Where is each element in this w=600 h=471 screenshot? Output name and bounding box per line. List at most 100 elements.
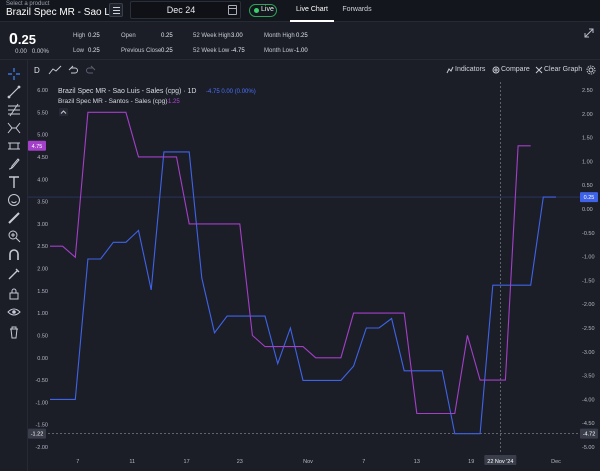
expand-icon[interactable] bbox=[584, 28, 594, 38]
stat-52wk-high-value: 3.00 bbox=[231, 33, 243, 39]
y-right-tick-label: 2.00 bbox=[582, 112, 593, 118]
date-picker-value: Dec 24 bbox=[166, 5, 196, 15]
y-left-tick-label: 1.50 bbox=[37, 289, 48, 295]
stat-month-high-value: 0.25 bbox=[296, 33, 308, 39]
date-picker[interactable]: Dec 24 bbox=[130, 1, 241, 19]
product-selector[interactable]: Select a product Brazil Spec MR - Sao Lu… bbox=[2, 1, 122, 21]
left-crosshair-tag: -1.22 bbox=[31, 432, 44, 438]
product-selector-value[interactable]: Brazil Spec MR - Sao Luis - Sale... bbox=[6, 7, 110, 18]
magnet-icon[interactable] bbox=[7, 248, 21, 262]
indicators-button[interactable]: Indicators bbox=[455, 66, 485, 73]
y-left-tick-label: 2.00 bbox=[37, 267, 48, 273]
price-change-pct: 0.00% bbox=[31, 49, 49, 55]
emoji-icon[interactable] bbox=[7, 193, 21, 207]
y-left-tick-label: 6.00 bbox=[37, 88, 48, 94]
x-tick-label: 23 bbox=[237, 459, 243, 465]
last-price-int: 0 bbox=[9, 31, 18, 48]
y-right-tick-label: -2.00 bbox=[582, 302, 595, 308]
tab-live-chart[interactable]: Live Chart bbox=[290, 0, 334, 22]
x-tick-label: 13 bbox=[414, 459, 420, 465]
clear-graph-button[interactable]: Clear Graph bbox=[544, 66, 582, 73]
legend-series-2-name: Brazil Spec MR - Santos - Sales (cpg) bbox=[58, 98, 167, 105]
trash-icon[interactable] bbox=[7, 325, 21, 339]
ruler-icon[interactable] bbox=[7, 211, 21, 225]
y-left-tick-label: 4.50 bbox=[37, 155, 48, 161]
redo-icon[interactable] bbox=[86, 65, 96, 75]
y-right-tick-label: -4.00 bbox=[582, 397, 595, 403]
y-left-tick-label: 3.00 bbox=[37, 222, 48, 228]
lock-drawing-icon[interactable] bbox=[7, 267, 21, 281]
last-price: 0.25 bbox=[9, 31, 36, 49]
y-right-tick-label: 2.50 bbox=[582, 88, 593, 94]
interval-selector[interactable]: D bbox=[34, 66, 40, 75]
legend-series-1-name: Brazil Spec MR - Sao Luis - Sales (cpg) … bbox=[58, 88, 197, 95]
x-tick-label: Dec bbox=[551, 459, 561, 465]
left-value-tag: 4.75 bbox=[32, 144, 43, 150]
pattern-icon[interactable] bbox=[7, 121, 21, 135]
text-icon[interactable] bbox=[7, 175, 21, 189]
lock-icon[interactable] bbox=[7, 287, 21, 301]
y-left-tick-label: 0.50 bbox=[37, 333, 48, 339]
y-right-tick-label: 0.50 bbox=[582, 183, 593, 189]
fib-icon[interactable] bbox=[7, 103, 21, 117]
y-left-tick-label: 1.00 bbox=[37, 311, 48, 317]
compare-button[interactable]: Compare bbox=[501, 66, 530, 73]
tab-forwards[interactable]: Forwards bbox=[338, 0, 376, 22]
settings-gear-icon[interactable] bbox=[586, 65, 596, 75]
stats-bar: 0.25 0.00 0.00% High 0.25 Low 0.25 Open … bbox=[0, 22, 600, 60]
y-right-tick-label: 1.00 bbox=[582, 159, 593, 165]
compare-icon bbox=[492, 66, 500, 74]
x-tick-label: 17 bbox=[184, 459, 190, 465]
y-right-tick-label: -3.50 bbox=[582, 374, 595, 380]
y-right-tick-label: -3.00 bbox=[582, 350, 595, 356]
undo-icon[interactable] bbox=[68, 65, 78, 75]
stat-52wk-low-value: -4.75 bbox=[231, 48, 245, 54]
stat-open-label: Open bbox=[121, 33, 136, 39]
x-tick-label: 22 Nov '24 bbox=[487, 459, 513, 465]
y-right-tick-label: -2.50 bbox=[582, 326, 595, 332]
y-left-tick-label: -2.00 bbox=[35, 445, 48, 451]
stat-52wk-low-label: 52 Week Low bbox=[193, 48, 230, 54]
price-chart-svg[interactable]: 6.00 5.50 5.00 4.50 4.00 3.50 3.00 2.50 2.00 1.50… bbox=[28, 82, 600, 471]
legend-series-1-values: -4.75 0.00 (0.00%) bbox=[206, 89, 256, 95]
trendline-icon[interactable] bbox=[7, 85, 21, 99]
x-tick-label: 7 bbox=[76, 459, 79, 465]
calendar-icon[interactable] bbox=[228, 5, 237, 15]
y-right-tick-label: -5.00 bbox=[582, 445, 595, 451]
stat-high-label: High bbox=[73, 33, 86, 39]
last-price-dec: .25 bbox=[17, 32, 36, 47]
brush-icon[interactable] bbox=[7, 157, 21, 171]
indicators-icon bbox=[446, 66, 454, 74]
x-tick-label: 7 bbox=[362, 459, 365, 465]
chart-toolbar: D Indicators Compare Clear Graph bbox=[28, 60, 600, 82]
stat-prevclose-label: Previous Close bbox=[121, 48, 162, 54]
stat-high-value: 0.25 bbox=[88, 33, 100, 39]
zoom-in-icon[interactable] bbox=[7, 229, 21, 243]
live-badge-label: Live bbox=[261, 6, 274, 13]
stat-open-value: 0.25 bbox=[161, 33, 173, 39]
eye-icon[interactable] bbox=[7, 305, 21, 319]
y-left-tick-label: 4.00 bbox=[37, 177, 48, 183]
stat-low-value: 0.25 bbox=[88, 48, 100, 54]
stat-low-label: Low bbox=[73, 48, 85, 54]
measure-icon[interactable] bbox=[7, 139, 21, 153]
menu-icon[interactable] bbox=[109, 3, 123, 17]
live-badge[interactable]: Live bbox=[249, 4, 277, 17]
legend-series-2-values: -1.25 bbox=[166, 99, 180, 105]
crosshair-icon[interactable] bbox=[7, 67, 21, 81]
stat-52wk-high-label: 52 Week High bbox=[193, 33, 231, 39]
y-left-tick-label: -1.00 bbox=[35, 400, 48, 406]
y-right-tick-label: -4.50 bbox=[582, 421, 595, 427]
live-dot-icon bbox=[254, 8, 259, 13]
stat-month-low-label: Month Low bbox=[264, 48, 294, 54]
x-tick-label: Nov bbox=[303, 459, 313, 465]
price-chart[interactable]: 6.00 5.50 5.00 4.50 4.00 3.50 3.00 2.50 2.00 1.50… bbox=[28, 82, 600, 471]
x-tick-label: 11 bbox=[129, 459, 135, 465]
top-bar: Select a product Brazil Spec MR - Sao Lu… bbox=[0, 0, 600, 22]
y-left-tick-label: 0.00 bbox=[37, 356, 48, 362]
y-right-tick-label: -1.00 bbox=[582, 255, 595, 261]
stat-month-high-label: Month High bbox=[264, 33, 295, 39]
line-chart-icon[interactable] bbox=[48, 65, 62, 75]
right-crosshair-tag: -4.72 bbox=[583, 432, 596, 438]
price-change-abs: 0.00 bbox=[15, 49, 27, 55]
